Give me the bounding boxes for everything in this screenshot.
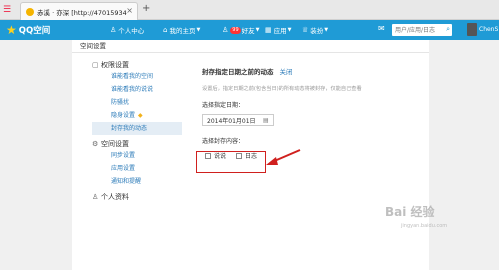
- nav-friends[interactable]: ♙ 99 好友 ▼: [222, 25, 260, 35]
- qzone-logo[interactable]: ★ QQ空间: [6, 23, 50, 37]
- section-title: 权限设置: [101, 61, 129, 69]
- divider: [72, 52, 429, 53]
- diamond-icon: ◆: [138, 112, 143, 119]
- sidebar-item-who-can-view-posts[interactable]: 谁能看我的说说: [92, 83, 182, 96]
- nav-personal-center[interactable]: ♙ 个人中心: [110, 25, 144, 35]
- panel-heading: 封存指定日期之前的动态 关闭: [202, 66, 422, 76]
- avatar[interactable]: [467, 23, 477, 36]
- nav-apps[interactable]: ▦ 应用 ▼: [265, 25, 291, 35]
- browser-tab[interactable]: 赤溪 · 亦深 [http://470159343] ×: [20, 2, 138, 20]
- user-name[interactable]: ChenS: [479, 26, 498, 33]
- nav-my-homepage[interactable]: ⌂ 我的主页 ▼: [163, 25, 200, 35]
- highlight-box: [196, 151, 266, 173]
- nav-label: 应用: [273, 27, 287, 35]
- chevron-down-icon: ▼: [287, 27, 292, 33]
- friends-icon: ♙: [222, 26, 229, 34]
- search-box[interactable]: ⌕: [392, 24, 452, 36]
- section-profile: ♙ 个人资料: [92, 192, 182, 202]
- friends-badge: 99: [230, 26, 241, 34]
- nav-label: 装扮: [310, 27, 324, 35]
- section-title: 个人资料: [101, 193, 129, 201]
- section-permissions: ▢ 权限设置: [92, 60, 182, 70]
- sidebar-item-archive-feeds[interactable]: 封存我的动态: [92, 122, 182, 135]
- archive-panel: 封存指定日期之前的动态 关闭 设置后，指定日期之前(包含当日)的所有动态将被封存，…: [202, 66, 422, 160]
- qzone-favicon-icon: [26, 8, 34, 16]
- home-icon: ⌂: [163, 26, 168, 34]
- chevron-down-icon: ▼: [196, 27, 201, 33]
- baidu-watermark: Bai 经验: [385, 205, 435, 219]
- new-tab-button[interactable]: +: [142, 3, 150, 14]
- browser-tab-strip: ☰ 赤溪 · 亦深 [http://470159343] × +: [0, 0, 499, 20]
- sogou-menu-icon[interactable]: ☰: [3, 5, 15, 15]
- date-picker[interactable]: 2014年01月01日 ▤: [202, 114, 274, 126]
- sidebar-item-sync[interactable]: 同步设置: [92, 149, 182, 162]
- panel-description: 设置后，指定日期之前(包含当日)的所有动态将被封存，仅能自己查看: [202, 86, 362, 92]
- sidebar-item-who-can-view-space[interactable]: 谁能看我的空间: [92, 70, 182, 83]
- tab-close-icon[interactable]: ×: [126, 6, 133, 15]
- section-space-settings: ⚙ 空间设置: [92, 139, 182, 149]
- person-icon: ♙: [92, 193, 99, 201]
- nav-label: 我的主页: [169, 27, 196, 35]
- date-value: 2014年01月01日: [207, 117, 256, 125]
- settings-sidebar: ▢ 权限设置 谁能看我的空间 谁能看我的说说 防骚扰 隐身设置 ◆ 封存我的动态 …: [92, 58, 182, 202]
- sidebar-item-notifications[interactable]: 通知和提醒: [92, 175, 182, 188]
- nav-label: 好友: [241, 27, 255, 35]
- baidu-watermark-url: jingyan.baidu.com: [401, 223, 448, 229]
- nav-decorate[interactable]: ♕ 装扮 ▼: [302, 25, 328, 35]
- sidebar-item-anti-harassment[interactable]: 防骚扰: [92, 96, 182, 109]
- page-title: 空间设置: [80, 42, 106, 50]
- sidebar-item-apps[interactable]: 应用设置: [92, 162, 182, 175]
- content-label: 选择封存内容：: [202, 138, 245, 145]
- grid-icon: ▦: [265, 26, 272, 34]
- sidebar-item-invisible[interactable]: 隐身设置 ◆: [92, 109, 182, 122]
- qzone-star-icon: ★: [6, 23, 17, 37]
- qzone-top-bar: ★ QQ空间 ♙ 个人中心 ⌂ 我的主页 ▼ ♙ 99 好友 ▼ ▦ 应用 ▼ …: [0, 20, 499, 40]
- nav-label: 个人中心: [118, 27, 145, 35]
- search-icon[interactable]: ⌕: [446, 25, 450, 34]
- lock-icon: ▢: [92, 61, 99, 69]
- calendar-icon[interactable]: ▤: [263, 117, 273, 124]
- person-icon: ♙: [110, 26, 117, 34]
- chevron-down-icon: ▼: [324, 27, 329, 33]
- qzone-logo-text: QQ空间: [18, 26, 51, 36]
- gear-icon: ⚙: [92, 140, 99, 148]
- dress-icon: ♕: [302, 26, 309, 34]
- section-title: 空间设置: [101, 140, 129, 148]
- sidebar-item-label: 隐身设置: [111, 112, 136, 119]
- tab-title: 赤溪 · 亦深 [http://470159343]: [37, 9, 127, 17]
- date-label: 选择指定日期：: [202, 102, 245, 109]
- close-link[interactable]: 关闭: [280, 68, 293, 76]
- search-input[interactable]: [392, 24, 442, 36]
- panel-title: 封存指定日期之前的动态: [202, 68, 274, 76]
- bell-icon[interactable]: ✉: [378, 24, 385, 33]
- chevron-down-icon: ▼: [255, 27, 260, 33]
